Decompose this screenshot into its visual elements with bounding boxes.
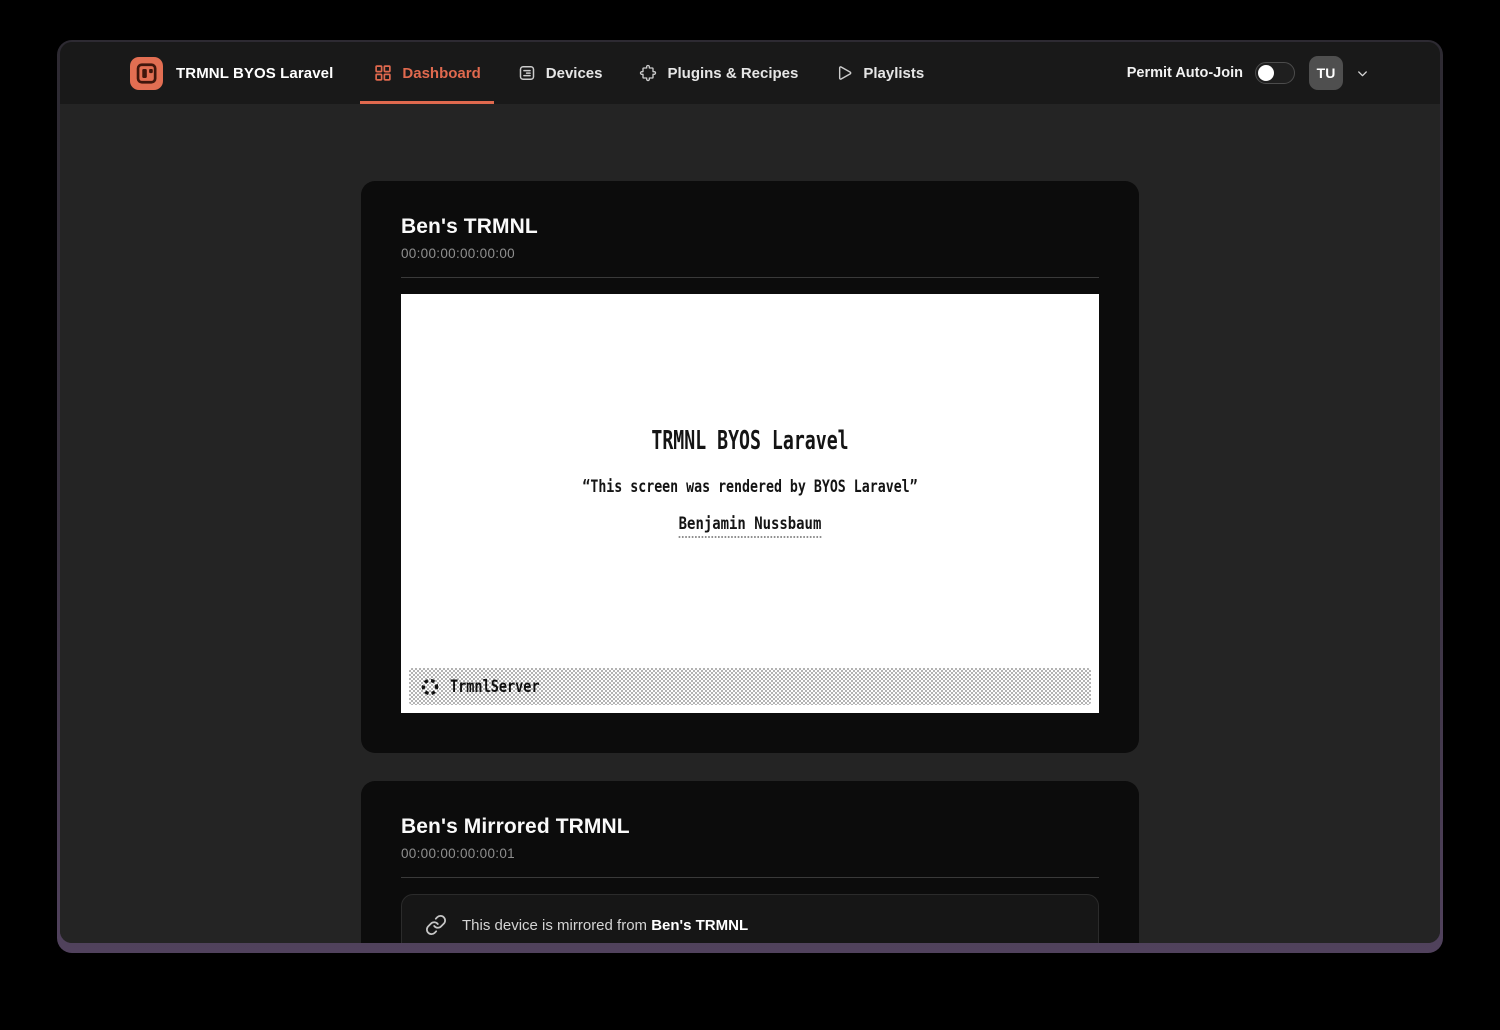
puzzle-icon: [638, 63, 658, 83]
mirror-notice-text: This device is mirrored from Ben's TRMNL: [462, 917, 748, 934]
tab-plugins-recipes[interactable]: Plugins & Recipes: [625, 42, 811, 104]
spinner-icon: [420, 677, 440, 697]
tab-devices-label: Devices: [546, 65, 603, 82]
device-list-icon: [517, 63, 537, 83]
screen-author-link: Benjamin Nussbaum: [679, 514, 822, 538]
user-avatar-button[interactable]: TU: [1309, 56, 1343, 90]
tab-playlists-label: Playlists: [863, 65, 924, 82]
permit-auto-join-toggle[interactable]: [1255, 62, 1295, 84]
device-screen-preview: TRMNL BYOS Laravel “This screen was rend…: [401, 294, 1099, 713]
mirror-notice-prefix: This device is mirrored from: [462, 917, 651, 934]
mirror-notice: This device is mirrored from Ben's TRMNL: [401, 894, 1099, 943]
device-mac-address: 00:00:00:00:00:01: [401, 846, 1099, 861]
brand-home-link[interactable]: TRMNL BYOS Laravel: [130, 42, 333, 104]
grid-icon: [373, 63, 393, 83]
navbar-right: Permit Auto-Join TU: [1127, 42, 1370, 104]
tab-playlists[interactable]: Playlists: [821, 42, 937, 104]
mirror-source-device: Ben's TRMNL: [651, 917, 748, 934]
top-navbar: TRMNL BYOS Laravel Dashboard: [60, 42, 1440, 104]
divider: [401, 877, 1099, 878]
permit-auto-join-label: Permit Auto-Join: [1127, 65, 1243, 81]
tab-plugins-recipes-label: Plugins & Recipes: [667, 65, 798, 82]
app-window-frame: TRMNL BYOS Laravel Dashboard: [57, 40, 1443, 953]
screen-status-bar: TrmnlServer: [409, 668, 1091, 705]
trmnl-device-icon: [130, 57, 163, 90]
device-card-bens-trmnl: Ben's TRMNL 00:00:00:00:00:00 TRMNL BYOS…: [361, 181, 1139, 753]
chevron-down-icon[interactable]: [1355, 66, 1370, 81]
app-title: TRMNL BYOS Laravel: [176, 65, 333, 82]
tab-dashboard[interactable]: Dashboard: [360, 42, 493, 104]
device-mac-address: 00:00:00:00:00:00: [401, 246, 1099, 261]
divider: [401, 277, 1099, 278]
device-name: Ben's TRMNL: [401, 215, 1099, 239]
screen-title: TRMNL BYOS Laravel: [506, 426, 995, 456]
screen-quote: “This screen was rendered by BYOS Larave…: [478, 477, 1022, 497]
toggle-knob: [1258, 65, 1274, 81]
nav-tabs: Dashboard Devices: [355, 42, 942, 104]
trmnl-logo: [130, 57, 163, 90]
play-icon: [834, 63, 854, 83]
device-card-bens-mirrored-trmnl: Ben's Mirrored TRMNL 00:00:00:00:00:01 T…: [361, 781, 1139, 943]
device-name: Ben's Mirrored TRMNL: [401, 815, 1099, 839]
navbar-left: TRMNL BYOS Laravel Dashboard: [130, 42, 942, 104]
tab-dashboard-label: Dashboard: [402, 65, 480, 82]
screen-author-row: Benjamin Nussbaum: [464, 514, 1036, 538]
app-window: TRMNL BYOS Laravel Dashboard: [60, 42, 1440, 943]
dashboard-content: Ben's TRMNL 00:00:00:00:00:00 TRMNL BYOS…: [60, 104, 1440, 943]
tab-devices[interactable]: Devices: [504, 42, 616, 104]
link-icon: [425, 914, 447, 936]
screen-status-label: TrmnlServer: [450, 677, 540, 696]
